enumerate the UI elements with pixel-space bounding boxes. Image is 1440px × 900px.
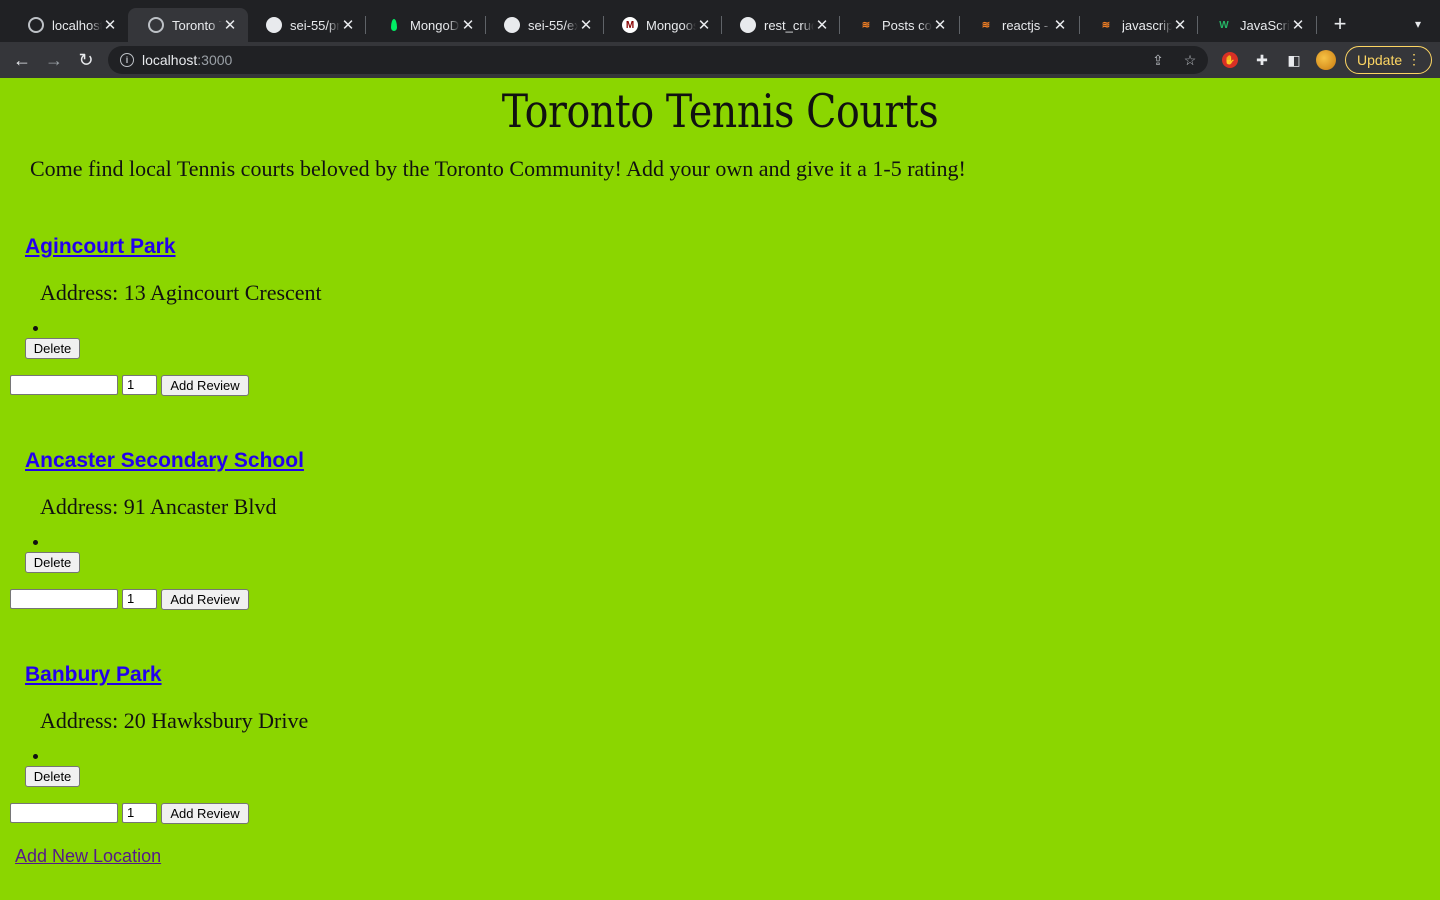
tab-localhost[interactable]: localhost ✕: [8, 8, 128, 42]
add-review-button[interactable]: Add Review: [161, 803, 249, 824]
stackoverflow-icon: ≋: [1101, 19, 1111, 31]
court-card: Banbury Park Address: 20 Hawksbury Drive…: [0, 663, 700, 863]
globe-icon: [148, 17, 164, 33]
github-icon: [740, 17, 756, 33]
tab-title: JavaScript: [1240, 17, 1290, 33]
browser-toolbar: ← → ↻ i localhost:3000 ⇪ ☆ ✋ ✚ ◧ Update …: [0, 42, 1440, 78]
close-icon[interactable]: ✕: [932, 17, 948, 34]
close-icon[interactable]: ✕: [814, 17, 830, 34]
tab-separator: [1316, 16, 1317, 34]
tab-title: MongoDB: [410, 17, 460, 33]
update-button[interactable]: Update ⋮: [1345, 46, 1432, 74]
tab-w3schools-javascript[interactable]: W JavaScript ✕: [1196, 8, 1316, 42]
site-info-icon[interactable]: i: [120, 53, 134, 67]
tab-title: javascript: [1122, 17, 1172, 33]
tab-mongodb[interactable]: MongoDB ✕: [366, 8, 486, 42]
close-icon[interactable]: ✕: [1172, 17, 1188, 34]
delete-button[interactable]: Delete: [25, 552, 80, 573]
tab-stackoverflow-reactjs[interactable]: ≋ reactjs - How ✕: [958, 8, 1078, 42]
w3schools-icon: W: [1219, 19, 1229, 31]
list-bullet: [33, 326, 38, 331]
court-name-link[interactable]: Ancaster Secondary School: [25, 449, 304, 473]
tab-toronto-tennis-courts[interactable]: Toronto Tennis Courts ✕: [128, 8, 248, 42]
url-text: localhost:3000: [142, 52, 232, 68]
delete-button[interactable]: Delete: [25, 766, 80, 787]
court-card: Agincourt Park Address: 13 Agincourt Cre…: [0, 235, 700, 435]
review-text-input[interactable]: [10, 589, 118, 609]
tab-github-rest-crud[interactable]: rest_crud ✕: [720, 8, 840, 42]
close-icon[interactable]: ✕: [1052, 17, 1068, 34]
court-address: Address: 20 Hawksbury Drive: [40, 708, 309, 733]
add-review-button[interactable]: Add Review: [161, 589, 249, 610]
list-bullet: [33, 540, 38, 545]
close-icon[interactable]: ✕: [578, 17, 594, 34]
close-icon[interactable]: ✕: [340, 17, 356, 34]
delete-button[interactable]: Delete: [25, 338, 80, 359]
tab-stackoverflow-posts[interactable]: ≋ Posts containing ✕: [838, 8, 958, 42]
tab-title: sei-55/express: [528, 17, 578, 33]
bookmark-star-icon[interactable]: ☆: [1180, 50, 1200, 70]
new-tab-plus-icon[interactable]: +: [1330, 11, 1350, 36]
extensions-puzzle-icon[interactable]: ✚: [1252, 50, 1272, 70]
rating-number-input[interactable]: 1: [122, 589, 157, 609]
github-icon: [504, 17, 520, 33]
page-body: Toronto Tennis Courts Come find local Te…: [0, 78, 1440, 900]
tab-github-sei55-express[interactable]: sei-55/express ✕: [484, 8, 604, 42]
tab-mongoose[interactable]: M Mongoose ✕: [602, 8, 722, 42]
rating-number-input[interactable]: 1: [122, 803, 157, 823]
tab-stackoverflow-javascript[interactable]: ≋ javascript ✕: [1078, 8, 1198, 42]
adblock-extension-icon[interactable]: ✋: [1220, 50, 1240, 70]
review-text-input[interactable]: [10, 375, 118, 395]
close-icon[interactable]: ✕: [102, 17, 118, 34]
mongodb-leaf-icon: [386, 17, 402, 33]
tab-title: localhost: [52, 17, 102, 33]
mongoose-icon: M: [622, 17, 638, 33]
court-address: Address: 91 Ancaster Blvd: [40, 494, 277, 519]
side-panel-icon[interactable]: ◧: [1284, 50, 1304, 70]
court-name-link[interactable]: Agincourt Park: [25, 235, 176, 259]
court-address: Address: 13 Agincourt Crescent: [40, 280, 322, 305]
tab-title: rest_crud: [764, 17, 814, 33]
tab-title: sei-55/project: [290, 17, 340, 33]
share-icon[interactable]: ⇪: [1148, 50, 1168, 70]
intro-text: Come find local Tennis courts beloved by…: [30, 156, 966, 181]
address-bar[interactable]: i localhost:3000 ⇪ ☆: [108, 46, 1208, 74]
rating-number-input[interactable]: 1: [122, 375, 157, 395]
page-title: Toronto Tennis Courts: [501, 84, 939, 138]
stackoverflow-icon: ≋: [861, 19, 871, 31]
tab-title: reactjs - How: [1002, 17, 1052, 33]
more-menu-icon[interactable]: ⋮: [1407, 51, 1421, 68]
reload-icon[interactable]: ↻: [74, 48, 98, 72]
github-icon: [266, 17, 282, 33]
court-name-link[interactable]: Banbury Park: [25, 663, 162, 687]
close-icon[interactable]: ✕: [696, 17, 712, 34]
globe-icon: [28, 17, 44, 33]
review-text-input[interactable]: [10, 803, 118, 823]
back-arrow-icon[interactable]: ←: [10, 48, 34, 72]
close-icon[interactable]: ✕: [1290, 17, 1306, 34]
tab-title: Toronto Tennis Courts: [172, 17, 222, 33]
url-port: :3000: [197, 52, 233, 68]
forward-arrow-icon[interactable]: →: [42, 48, 66, 72]
tab-search-chevron-icon[interactable]: ▾: [1408, 14, 1428, 34]
close-icon[interactable]: ✕: [460, 17, 476, 34]
tab-github-sei55-project[interactable]: sei-55/project ✕: [246, 8, 366, 42]
add-review-button[interactable]: Add Review: [161, 375, 249, 396]
add-new-location-link[interactable]: Add New Location: [15, 846, 161, 867]
tab-title: Posts containing: [882, 17, 932, 33]
court-card: Ancaster Secondary School Address: 91 An…: [0, 449, 700, 649]
tab-title: Mongoose: [646, 17, 696, 33]
url-host: localhost: [142, 52, 198, 68]
close-icon[interactable]: ✕: [222, 17, 238, 34]
list-bullet: [33, 754, 38, 759]
stackoverflow-icon: ≋: [981, 19, 991, 31]
update-label: Update: [1357, 52, 1403, 68]
tab-strip: localhost ✕ Toronto Tennis Courts ✕ sei-…: [0, 0, 1440, 42]
profile-avatar[interactable]: [1316, 50, 1336, 70]
